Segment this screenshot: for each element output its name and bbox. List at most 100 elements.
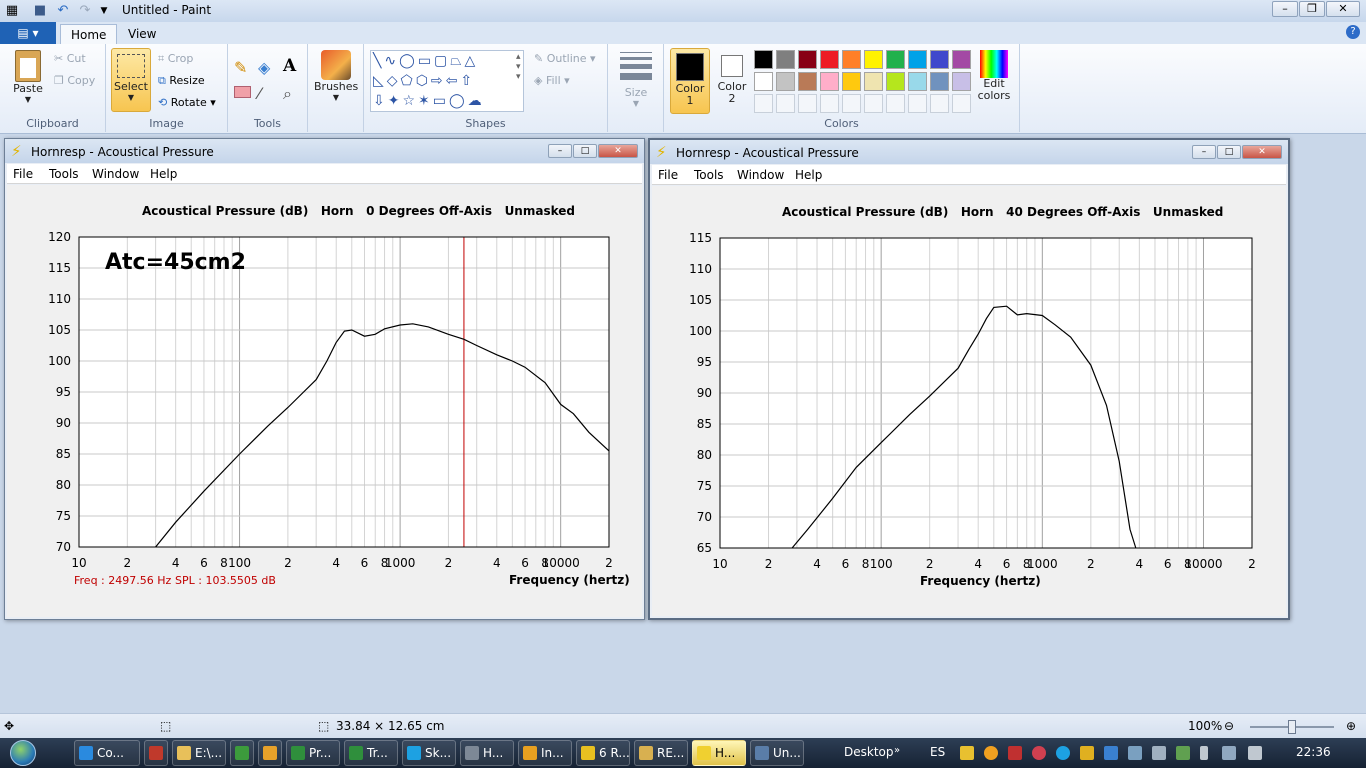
clock[interactable]: 22:36: [1296, 745, 1331, 759]
color-swatch[interactable]: [930, 50, 949, 69]
color-swatch[interactable]: [952, 72, 971, 91]
usb-icon[interactable]: [1128, 746, 1142, 760]
minimize-button-right[interactable]: –: [1192, 145, 1216, 159]
magnifier-icon[interactable]: ⌕: [283, 84, 292, 104]
save-icon[interactable]: ■: [32, 3, 48, 19]
monitor-icon[interactable]: [1152, 746, 1166, 760]
menu-window-right[interactable]: Window: [737, 168, 784, 182]
color-swatch[interactable]: [754, 72, 773, 91]
zoom-in-button[interactable]: ⊕: [1346, 719, 1356, 733]
rotate-button[interactable]: ⟲ Rotate ▾: [158, 96, 216, 109]
taskbar-button[interactable]: [230, 740, 254, 766]
close-button-right[interactable]: ✕: [1242, 145, 1282, 159]
menu-file-left[interactable]: File: [13, 167, 33, 181]
color-swatch[interactable]: [776, 72, 795, 91]
antivirus-icon[interactable]: [1008, 746, 1022, 760]
minimize-button[interactable]: –: [1272, 1, 1298, 17]
taskbar-button[interactable]: RE...: [634, 740, 688, 766]
volume-icon[interactable]: [1248, 746, 1262, 760]
shapes-scroll-arrows[interactable]: ▴ ▾ ▾: [516, 52, 521, 82]
empty-color-swatch[interactable]: [754, 94, 773, 113]
redo-icon[interactable]: ↷: [77, 3, 93, 19]
taskbar-button[interactable]: [258, 740, 282, 766]
color-swatch[interactable]: [952, 50, 971, 69]
color-swatch[interactable]: [798, 72, 817, 91]
color2-button[interactable]: Color 2: [714, 48, 750, 114]
empty-color-swatch[interactable]: [776, 94, 795, 113]
network-signal-icon[interactable]: [1222, 746, 1236, 760]
color-swatch[interactable]: [930, 72, 949, 91]
desktop-toolbar[interactable]: Desktop: [844, 745, 894, 759]
minimize-button-left[interactable]: –: [548, 144, 572, 158]
start-button[interactable]: [4, 738, 44, 768]
outline-button[interactable]: ✎ Outline ▾: [534, 52, 596, 65]
taskbar-button[interactable]: 6 R...: [576, 740, 630, 766]
maximize-button-right[interactable]: □: [1217, 145, 1241, 159]
spl-chart-left[interactable]: 70758085909510010511011512010 2 4 6 8 100 2 4 6 8…: [7, 221, 644, 601]
empty-color-swatch[interactable]: [842, 94, 861, 113]
spl-chart-right[interactable]: 6570758085909510010511011510 2 4 6 8 100 2 4 6 81…: [652, 222, 1288, 602]
menu-tools-right[interactable]: Tools: [694, 168, 724, 182]
taskbar-button[interactable]: [144, 740, 168, 766]
pencil-icon[interactable]: ✎: [234, 58, 247, 77]
color-swatch[interactable]: [864, 72, 883, 91]
bluetooth-icon[interactable]: [1104, 746, 1118, 760]
menu-help-right[interactable]: Help: [795, 168, 822, 182]
color-picker-icon[interactable]: ⁄: [258, 84, 261, 103]
empty-color-swatch[interactable]: [930, 94, 949, 113]
taskbar-button[interactable]: In...: [518, 740, 572, 766]
taskbar-button[interactable]: Sk...: [402, 740, 456, 766]
menu-tools-left[interactable]: Tools: [49, 167, 79, 181]
paste-button[interactable]: Paste ▼: [8, 50, 48, 104]
color-swatch[interactable]: [908, 50, 927, 69]
copy-button[interactable]: ❐ Copy: [54, 74, 95, 87]
brushes-button[interactable]: Brushes ▼: [314, 50, 358, 102]
tab-home[interactable]: Home: [60, 24, 118, 44]
zoom-slider-thumb[interactable]: [1288, 720, 1296, 734]
maximize-button[interactable]: ❐: [1299, 1, 1325, 17]
text-icon[interactable]: A: [283, 56, 296, 76]
menu-window-left[interactable]: Window: [92, 167, 139, 181]
close-button[interactable]: ✕: [1326, 1, 1360, 17]
cut-button[interactable]: ✂ Cut: [54, 52, 86, 65]
empty-color-swatch[interactable]: [886, 94, 905, 113]
taskbar-button[interactable]: E:\...: [172, 740, 226, 766]
zoom-out-button[interactable]: ⊖: [1224, 719, 1234, 733]
tab-view[interactable]: View: [118, 24, 166, 44]
taskbar-button[interactable]: H...: [460, 740, 514, 766]
empty-color-swatch[interactable]: [798, 94, 817, 113]
taskbar-button[interactable]: Tr...: [344, 740, 398, 766]
color-swatch[interactable]: [842, 72, 861, 91]
color1-button[interactable]: Color 1: [670, 48, 710, 114]
undo-icon[interactable]: ↶: [55, 3, 71, 19]
tray-app-icon[interactable]: [984, 746, 998, 760]
cloud-icon[interactable]: [1032, 746, 1046, 760]
color-swatch[interactable]: [886, 72, 905, 91]
file-menu-button[interactable]: ▤ ▾: [0, 22, 56, 44]
taskbar-button[interactable]: Un...: [750, 740, 804, 766]
customize-quick-access-icon[interactable]: ▼: [96, 3, 112, 19]
select-button[interactable]: Select ▼: [111, 48, 151, 112]
empty-color-swatch[interactable]: [820, 94, 839, 113]
flag-icon[interactable]: [1176, 746, 1190, 760]
zoom-slider[interactable]: [1250, 720, 1334, 734]
battery-icon[interactable]: [1200, 746, 1208, 760]
paint-app-icon[interactable]: ▦: [4, 3, 20, 19]
color-swatch[interactable]: [864, 50, 883, 69]
toolbar-expand-icon[interactable]: »: [894, 745, 900, 756]
color-swatch[interactable]: [798, 50, 817, 69]
skype-icon[interactable]: [1056, 746, 1070, 760]
color-swatch[interactable]: [820, 50, 839, 69]
color-swatch[interactable]: [908, 72, 927, 91]
mail-icon[interactable]: [1080, 746, 1094, 760]
color-swatch[interactable]: [842, 50, 861, 69]
taskbar-button[interactable]: Co...: [74, 740, 140, 766]
canvas-area[interactable]: ⚡ Hornresp - Acoustical Pressure – □ ✕ Fil…: [0, 135, 1366, 713]
taskbar-button[interactable]: Pr...: [286, 740, 340, 766]
close-button-left[interactable]: ✕: [598, 144, 638, 158]
empty-color-swatch[interactable]: [864, 94, 883, 113]
shield-icon[interactable]: [960, 746, 974, 760]
menu-help-left[interactable]: Help: [150, 167, 177, 181]
empty-color-swatch[interactable]: [952, 94, 971, 113]
color-swatch[interactable]: [820, 72, 839, 91]
